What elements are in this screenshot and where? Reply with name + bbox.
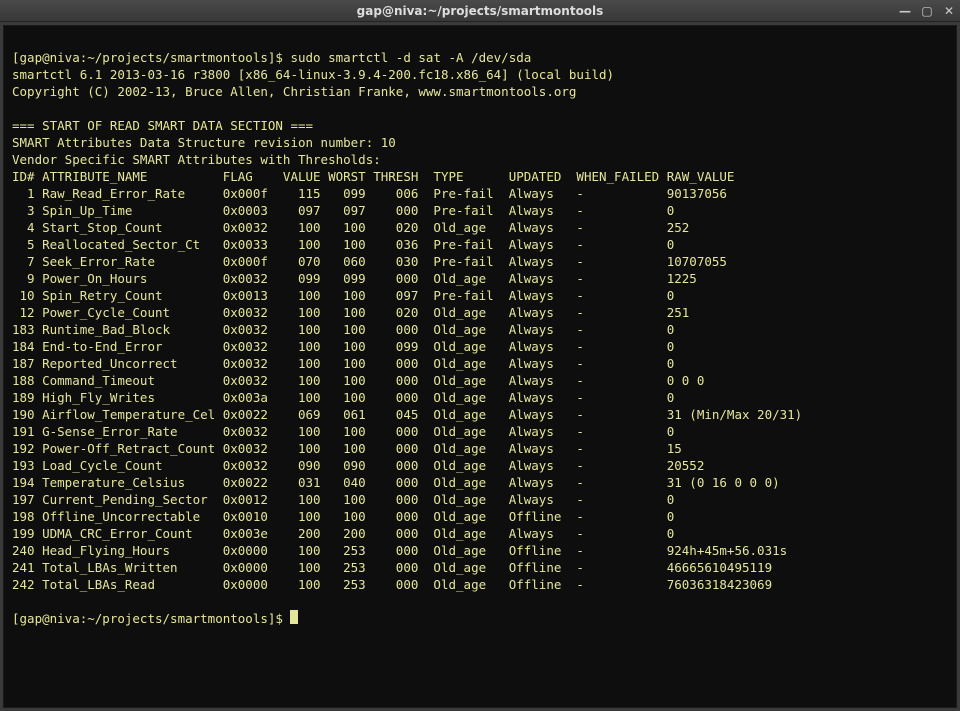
window-controls: — ▢ ✕ xyxy=(898,4,956,18)
command-text: sudo smartctl -d sat -A /dev/sda xyxy=(290,50,531,65)
prompt-text: [gap@niva:~/projects/smartmontools]$ xyxy=(12,50,290,65)
minimize-icon[interactable]: — xyxy=(898,4,912,18)
copyright-line: Copyright (C) 2002-13, Bruce Allen, Chri… xyxy=(12,84,576,99)
maximize-icon[interactable]: ▢ xyxy=(920,4,934,18)
terminal-area[interactable]: [gap@niva:~/projects/smartmontools]$ sud… xyxy=(3,25,957,708)
section-header: === START OF READ SMART DATA SECTION === xyxy=(12,118,313,133)
window-title: gap@niva:~/projects/smartmontools xyxy=(357,4,604,18)
version-line: smartctl 6.1 2013-03-16 r3800 [x86_64-li… xyxy=(12,67,614,82)
window-titlebar: gap@niva:~/projects/smartmontools — ▢ ✕ xyxy=(0,0,960,22)
revision-line: SMART Attributes Data Structure revision… xyxy=(12,135,396,150)
close-icon[interactable]: ✕ xyxy=(942,4,956,18)
cursor-icon xyxy=(290,610,298,624)
prompt2: [gap@niva:~/projects/smartmontools]$ xyxy=(12,611,290,626)
prompt2-text: [gap@niva:~/projects/smartmontools]$ xyxy=(12,611,290,626)
vendor-line: Vendor Specific SMART Attributes with Th… xyxy=(12,152,381,167)
prompt: [gap@niva:~/projects/smartmontools]$ sud… xyxy=(12,50,531,65)
table-body: 1 Raw_Read_Error_Rate 0x000f 115 099 006… xyxy=(12,186,802,592)
table-header: ID# ATTRIBUTE_NAME FLAG VALUE WORST THRE… xyxy=(12,169,734,184)
